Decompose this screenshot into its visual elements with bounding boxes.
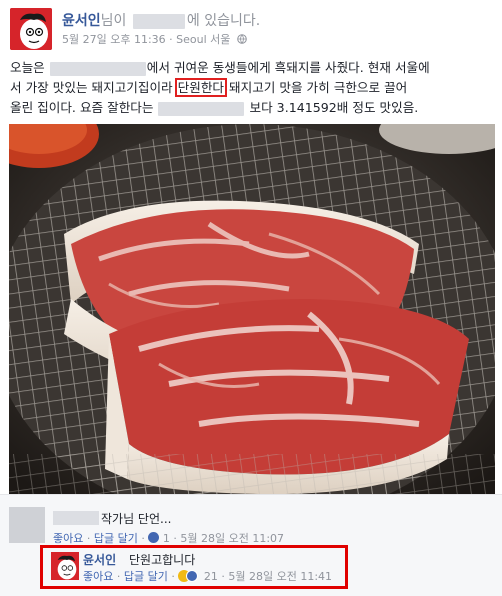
- post-header: 윤서인님이 에 있습니다. 5월 27일 오후 11:36 · Seoul 서울: [0, 0, 502, 56]
- highlighted-comment: 윤서인 단원고합니다 좋아요 · 답글 달기 · 21 · 5월 28일 오전 …: [40, 545, 348, 589]
- commenter-name[interactable]: 윤서인: [83, 551, 116, 568]
- comment-actions: 좋아요 · 답글 달기 · 21 · 5월 28일 오전 11:41: [83, 570, 333, 583]
- post-photo[interactable]: [9, 124, 495, 494]
- author-suffix: 님이: [100, 13, 127, 29]
- like-count[interactable]: 1: [163, 532, 170, 545]
- post-location[interactable]: Seoul 서울: [176, 33, 230, 46]
- reply-link[interactable]: 답글 달기: [124, 570, 168, 583]
- like-link[interactable]: 좋아요: [83, 570, 113, 583]
- comment-avatar[interactable]: [51, 552, 79, 580]
- reply-link[interactable]: 답글 달기: [94, 532, 138, 545]
- post-body: 오늘은 에서 귀여운 동생들에게 흑돼지를 사줬다. 현재 서울에 서 가장 맛…: [10, 58, 494, 118]
- redacted-commenter-name: [53, 511, 99, 525]
- post-body-line-2: 서 가장 맛있는 돼지고기집이라 단원한다 돼지고기 맛을 가히 극한으로 끌어: [10, 78, 494, 98]
- like-icon: [148, 532, 160, 543]
- comments-section: 작가님 단언... 좋아요 · 답글 달기 · 1 · 5월 28일 오전 11…: [0, 494, 502, 596]
- location-suffix: 에 있습니다.: [186, 13, 261, 29]
- comment: 작가님 단언... 좋아요 · 답글 달기 · 1 · 5월 28일 오전 11…: [9, 507, 489, 545]
- post-timestamp[interactable]: 5월 27일 오후 11:36: [62, 33, 166, 46]
- like-link[interactable]: 좋아요: [53, 532, 83, 545]
- redacted-text: [158, 101, 245, 116]
- like-reaction-icon: [186, 570, 199, 582]
- author-name[interactable]: 윤서인: [62, 13, 101, 29]
- comment-text: 단원고합니다: [129, 553, 196, 567]
- author-avatar[interactable]: [10, 8, 52, 50]
- body-text: 서 가장 맛있는 돼지고기집이라: [10, 80, 173, 95]
- highlighted-word: 단원한다: [174, 78, 228, 97]
- comment-text: 작가님 단언...: [101, 512, 172, 526]
- body-text: 오늘은: [10, 60, 45, 75]
- reaction-count[interactable]: 21: [204, 570, 218, 583]
- body-text: 보다 3.141592배 정도 맛있음.: [249, 100, 419, 115]
- comment-time[interactable]: 5월 28일 오전 11:41: [228, 570, 332, 583]
- body-text: 에서 귀여운 동생들에게 흑돼지를 사줬다. 현재 서울에: [146, 60, 430, 75]
- redacted-text: [49, 61, 146, 76]
- comment-time[interactable]: 5월 28일 오전 11:07: [180, 532, 284, 545]
- post-body-line-3: 올린 집이다. 요즘 잘한다는 보다 3.141592배 정도 맛있음.: [10, 98, 494, 118]
- meta-separator: ·: [169, 33, 173, 46]
- comment-actions: 좋아요 · 답글 달기 · 1 · 5월 28일 오전 11:07: [53, 532, 285, 545]
- body-text: 돼지고기 맛을 가히 극한으로 끌어: [229, 80, 408, 95]
- body-text: 올린 집이다. 요즘 잘한다는: [10, 100, 154, 115]
- post-meta: 5월 27일 오후 11:36 · Seoul 서울: [62, 31, 247, 47]
- globe-icon: [237, 34, 247, 44]
- redacted-place: [132, 13, 185, 29]
- author-line: 윤서인님이 에 있습니다.: [62, 10, 260, 30]
- comment-avatar[interactable]: [9, 507, 45, 543]
- reaction-icons: [178, 570, 200, 582]
- post-body-line-1: 오늘은 에서 귀여운 동생들에게 흑돼지를 사줬다. 현재 서울에: [10, 58, 494, 78]
